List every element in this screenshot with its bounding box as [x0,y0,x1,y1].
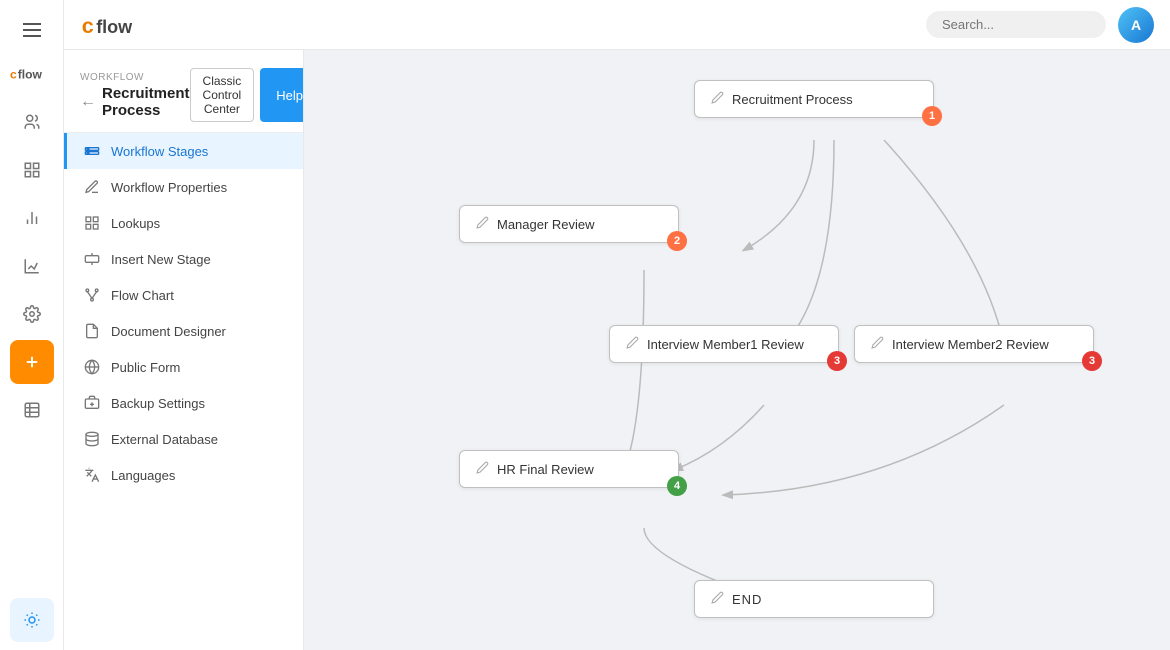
logo-text: c flow [80,10,170,40]
node-label-interview-member2: Interview Member2 Review [892,337,1049,352]
svg-text:c: c [82,13,94,38]
flow-chart-icon [83,286,101,304]
content-row: WORKFLOW ← Recruitment Process Classic C… [64,50,1170,650]
node-end[interactable]: END [694,580,934,618]
sidebar-item-languages[interactable]: Languages [64,457,303,493]
sidebar-label-insert-new-stage: Insert New Stage [111,252,211,267]
node-edit-icon[interactable] [626,336,639,352]
document-designer-icon [83,322,101,340]
sidebar-label-backup-settings: Backup Settings [111,396,205,411]
top-header: c flow A [64,0,1170,50]
node-label-recruitment-process: Recruitment Process [732,92,853,107]
sidebar-item-external-database[interactable]: External Database [64,421,303,457]
node-badge-3a: 3 [827,351,847,371]
node-badge-1: 1 [922,106,942,126]
sidebar-item-document-designer[interactable]: Document Designer [64,313,303,349]
node-interview-member1[interactable]: Interview Member1 Review 3 [609,325,839,363]
workflow-properties-icon [83,178,101,196]
sidebar-settings-icon[interactable] [10,292,54,336]
workflow-stages-icon [83,142,101,160]
sidebar-label-flow-chart: Flow Chart [111,288,174,303]
search-input[interactable] [926,11,1106,38]
sidebar-item-public-form[interactable]: Public Form [64,349,303,385]
node-interview-member2[interactable]: Interview Member2 Review 3 [854,325,1094,363]
sidebar-item-lookups[interactable]: Lookups [64,205,303,241]
sidebar-item-workflow-properties[interactable]: Workflow Properties [64,169,303,205]
classic-control-center-button[interactable]: Classic Control Center [190,68,255,122]
node-edit-icon[interactable] [476,216,489,232]
node-badge-4: 4 [667,476,687,496]
sidebar-item-workflow-stages[interactable]: Workflow Stages [64,133,303,169]
svg-text:flow: flow [17,67,42,81]
help-button[interactable]: Help [260,68,304,122]
node-badge-2: 2 [667,231,687,251]
hamburger-menu[interactable] [10,8,54,52]
main-panel: c flow A WORKFLOW ← Recruitment Process [64,0,1170,650]
node-manager-review[interactable]: Manager Review 2 [459,205,679,243]
languages-icon [83,466,101,484]
sidebar-table-icon[interactable] [10,388,54,432]
workflow-canvas: Recruitment Process 1 Manager Review 2 I… [304,50,1170,650]
svg-text:flow: flow [96,17,133,37]
node-hr-final-review[interactable]: HR Final Review 4 [459,450,679,488]
icon-sidebar: c flow [0,0,64,650]
sidebar-chart-icon[interactable] [10,196,54,240]
user-avatar[interactable]: A [1118,7,1154,43]
public-form-icon [83,358,101,376]
sidebar-analytics-icon[interactable] [10,244,54,288]
node-label-manager-review: Manager Review [497,217,595,232]
lookups-icon [83,214,101,232]
backup-settings-icon [83,394,101,412]
node-label-interview-member1: Interview Member1 Review [647,337,804,352]
external-database-icon [83,430,101,448]
node-edit-icon[interactable] [711,591,724,607]
logo: c flow [10,56,54,92]
sidebar-item-insert-new-stage[interactable]: Insert New Stage [64,241,303,277]
sidebar-label-public-form: Public Form [111,360,180,375]
node-edit-icon[interactable] [711,91,724,107]
node-label-end: END [732,592,762,607]
sidebar-add-icon[interactable] [10,340,54,384]
node-recruitment-process[interactable]: Recruitment Process 1 [694,80,934,118]
node-badge-3b: 3 [1082,351,1102,371]
sidebar-label-document-designer: Document Designer [111,324,226,339]
sidebar-label-external-database: External Database [111,432,218,447]
sidebar-label-workflow-properties: Workflow Properties [111,180,227,195]
node-edit-icon[interactable] [476,461,489,477]
insert-new-stage-icon [83,250,101,268]
node-label-hr-final-review: HR Final Review [497,462,594,477]
sidebar-item-backup-settings[interactable]: Backup Settings [64,385,303,421]
sidebar-label-workflow-stages: Workflow Stages [111,144,208,159]
sidebar-theme-icon[interactable] [10,598,54,642]
sidebar-label-lookups: Lookups [111,216,160,231]
sidebar-grid-icon[interactable] [10,148,54,192]
workflow-title: Recruitment Process [102,85,190,119]
sidebar-label-languages: Languages [111,468,175,483]
back-button[interactable]: ← [80,93,96,111]
workflow-label: WORKFLOW [80,72,190,83]
menu-sidebar: WORKFLOW ← Recruitment Process Classic C… [64,50,304,650]
node-edit-icon[interactable] [871,336,884,352]
svg-text:c: c [10,67,17,81]
sidebar-people-icon[interactable] [10,100,54,144]
sidebar-item-flow-chart[interactable]: Flow Chart [64,277,303,313]
